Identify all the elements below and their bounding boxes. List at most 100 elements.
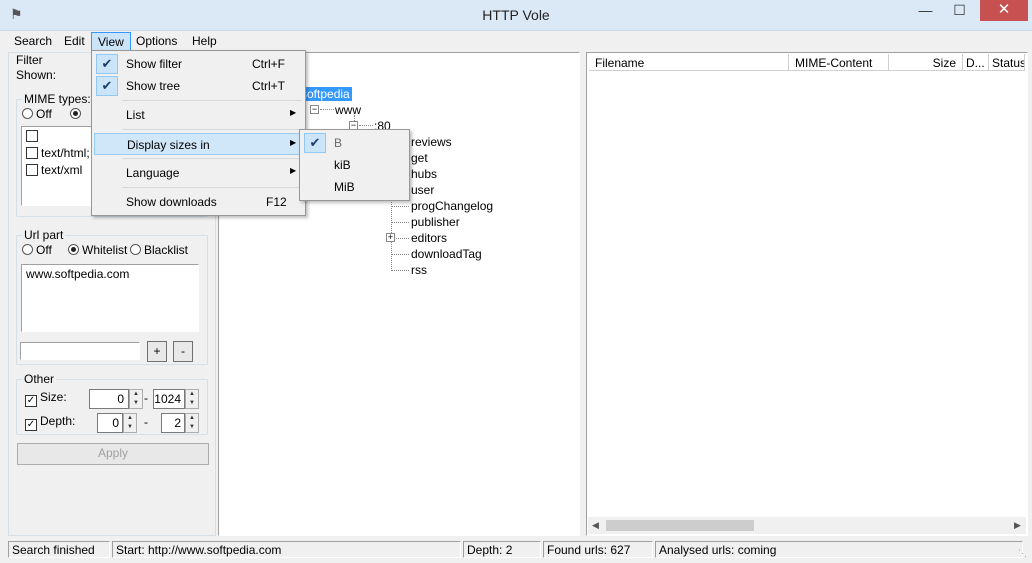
- apply-button[interactable]: Apply: [17, 443, 209, 465]
- mime-item-label: text/xml: [41, 163, 83, 177]
- remove-url-button[interactable]: -: [173, 341, 193, 362]
- url-off-radio[interactable]: Off: [22, 243, 52, 257]
- size-max-arrows[interactable]: ▲ ▼: [185, 389, 199, 409]
- url-blacklist-radio[interactable]: Blacklist: [130, 243, 188, 257]
- tree-connector: [391, 270, 409, 271]
- mime-whitelist-radio[interactable]: [70, 107, 84, 121]
- tree-connector: [391, 222, 409, 223]
- url-input[interactable]: [20, 342, 140, 360]
- menu-language[interactable]: Language ▶: [94, 162, 304, 184]
- menu-help[interactable]: Help: [186, 32, 223, 51]
- size-min-spinner[interactable]: 0: [89, 389, 129, 409]
- menu-list[interactable]: List ▶: [94, 104, 304, 126]
- menu-view[interactable]: View: [91, 32, 131, 51]
- size-unit-kib-label: kiB: [334, 158, 351, 172]
- mime-off-radio[interactable]: Off: [22, 107, 52, 121]
- status-found-urls: Found urls: 627: [543, 541, 653, 558]
- close-button[interactable]: ✕: [980, 0, 1028, 21]
- maximize-button[interactable]: ☐: [946, 0, 973, 21]
- mime-types-title: MIME types:: [22, 92, 93, 106]
- tree-node-progchangelog[interactable]: progChangelog: [411, 199, 493, 213]
- results-table[interactable]: Filename MIME-Content Size D... Status ◀…: [586, 52, 1028, 536]
- horizontal-scrollbar[interactable]: ◀ ▶: [588, 517, 1026, 534]
- mime-item[interactable]: text/html;: [26, 146, 90, 160]
- column-filename[interactable]: Filename: [589, 54, 789, 71]
- url-list[interactable]: www.softpedia.com: [21, 264, 199, 332]
- other-title: Other: [22, 372, 57, 386]
- menu-show-filter[interactable]: ✔ Show filter Ctrl+F: [94, 53, 304, 75]
- add-url-button[interactable]: +: [147, 341, 167, 362]
- column-status[interactable]: Status: [989, 54, 1025, 71]
- column-mime[interactable]: MIME-Content: [789, 54, 889, 71]
- checkbox-icon[interactable]: ✓: [25, 395, 37, 407]
- mime-item[interactable]: text/xml: [26, 163, 82, 177]
- tree-node-user[interactable]: user: [411, 183, 434, 197]
- size-max-value: 1024: [154, 392, 181, 406]
- sizes-submenu: ✔ B kiB MiB: [299, 129, 410, 201]
- menu-bar: Search Edit View Options Help: [8, 31, 1024, 51]
- size-unit-mib[interactable]: MiB: [302, 176, 408, 198]
- scroll-right-icon[interactable]: ▶: [1014, 520, 1021, 531]
- depth-max-spinner[interactable]: 2: [161, 413, 185, 433]
- tree-node-get[interactable]: get: [411, 151, 428, 165]
- url-part-group: Url part Off Whitelist Blacklist www.sof…: [16, 228, 208, 365]
- depth-checkbox[interactable]: ✓ Depth:: [25, 414, 75, 431]
- show-filter-label: Show filter: [126, 57, 183, 71]
- display-sizes-label: Display sizes in: [127, 138, 210, 152]
- radio-icon: [68, 244, 79, 255]
- radio-icon: [22, 108, 33, 119]
- menu-search[interactable]: Search: [8, 32, 58, 51]
- size-unit-kib[interactable]: kiB: [302, 154, 408, 176]
- url-entry[interactable]: www.softpedia.com: [26, 267, 129, 281]
- window-title: HTTP Vole: [482, 7, 550, 23]
- tree-node-rss[interactable]: rss: [411, 263, 427, 277]
- tree-node-reviews[interactable]: reviews: [411, 135, 452, 149]
- mime-off-label: Off: [36, 107, 52, 121]
- filter-shown-label: Shown:: [16, 68, 57, 82]
- tree-node-downloadtag[interactable]: downloadTag: [411, 247, 482, 261]
- size-max-spinner[interactable]: 1024: [153, 389, 185, 409]
- size-unit-mib-label: MiB: [334, 180, 355, 194]
- size-min-arrows[interactable]: ▲ ▼: [129, 389, 143, 409]
- menu-options[interactable]: Options: [130, 32, 183, 51]
- menu-show-downloads[interactable]: Show downloads F12: [94, 191, 304, 213]
- size-checkbox[interactable]: ✓ Size:: [25, 390, 67, 407]
- column-d[interactable]: D...: [963, 54, 989, 71]
- tree-node-www[interactable]: www: [335, 103, 361, 117]
- tree-node-publisher[interactable]: publisher: [411, 215, 460, 229]
- checkbox-icon[interactable]: [26, 164, 38, 176]
- show-filter-shortcut: Ctrl+F: [252, 57, 285, 71]
- checkbox-icon[interactable]: [26, 130, 38, 142]
- scroll-thumb[interactable]: [606, 520, 754, 531]
- resize-grip-icon[interactable]: ⋱: [1018, 548, 1027, 559]
- radio-icon: [70, 108, 81, 119]
- menu-display-sizes[interactable]: Display sizes in ▶: [94, 133, 304, 155]
- status-state: Search finished: [8, 541, 110, 558]
- radio-icon: [130, 244, 141, 255]
- size-unit-b[interactable]: ✔ B: [302, 132, 408, 154]
- tree-node-editors[interactable]: editors: [411, 231, 447, 245]
- mime-item[interactable]: [26, 129, 41, 143]
- menu-show-tree[interactable]: ✔ Show tree Ctrl+T: [94, 75, 304, 97]
- depth-max-value: 2: [174, 416, 181, 430]
- url-off-label: Off: [36, 243, 52, 257]
- scroll-left-icon[interactable]: ◀: [592, 520, 599, 531]
- depth-min-arrows[interactable]: ▲ ▼: [123, 413, 137, 433]
- tree-node-root[interactable]: softpedia: [299, 87, 352, 101]
- checkbox-icon[interactable]: ✓: [25, 419, 37, 431]
- menu-separator: [122, 158, 302, 159]
- depth-min-spinner[interactable]: 0: [97, 413, 123, 433]
- column-size[interactable]: Size: [889, 54, 963, 71]
- minimize-button[interactable]: —: [912, 0, 939, 21]
- collapse-icon[interactable]: −: [310, 105, 319, 114]
- radio-icon: [22, 244, 33, 255]
- submenu-arrow-icon: ▶: [290, 166, 297, 175]
- tree-node-hubs[interactable]: hubs: [411, 167, 437, 181]
- depth-max-arrows[interactable]: ▲ ▼: [185, 413, 199, 433]
- url-whitelist-radio[interactable]: Whitelist: [68, 243, 127, 257]
- menu-edit[interactable]: Edit: [58, 32, 91, 51]
- size-label: Size:: [40, 390, 67, 404]
- url-whitelist-label: Whitelist: [82, 243, 128, 257]
- checkbox-icon[interactable]: [26, 147, 38, 159]
- expand-icon[interactable]: +: [386, 233, 395, 242]
